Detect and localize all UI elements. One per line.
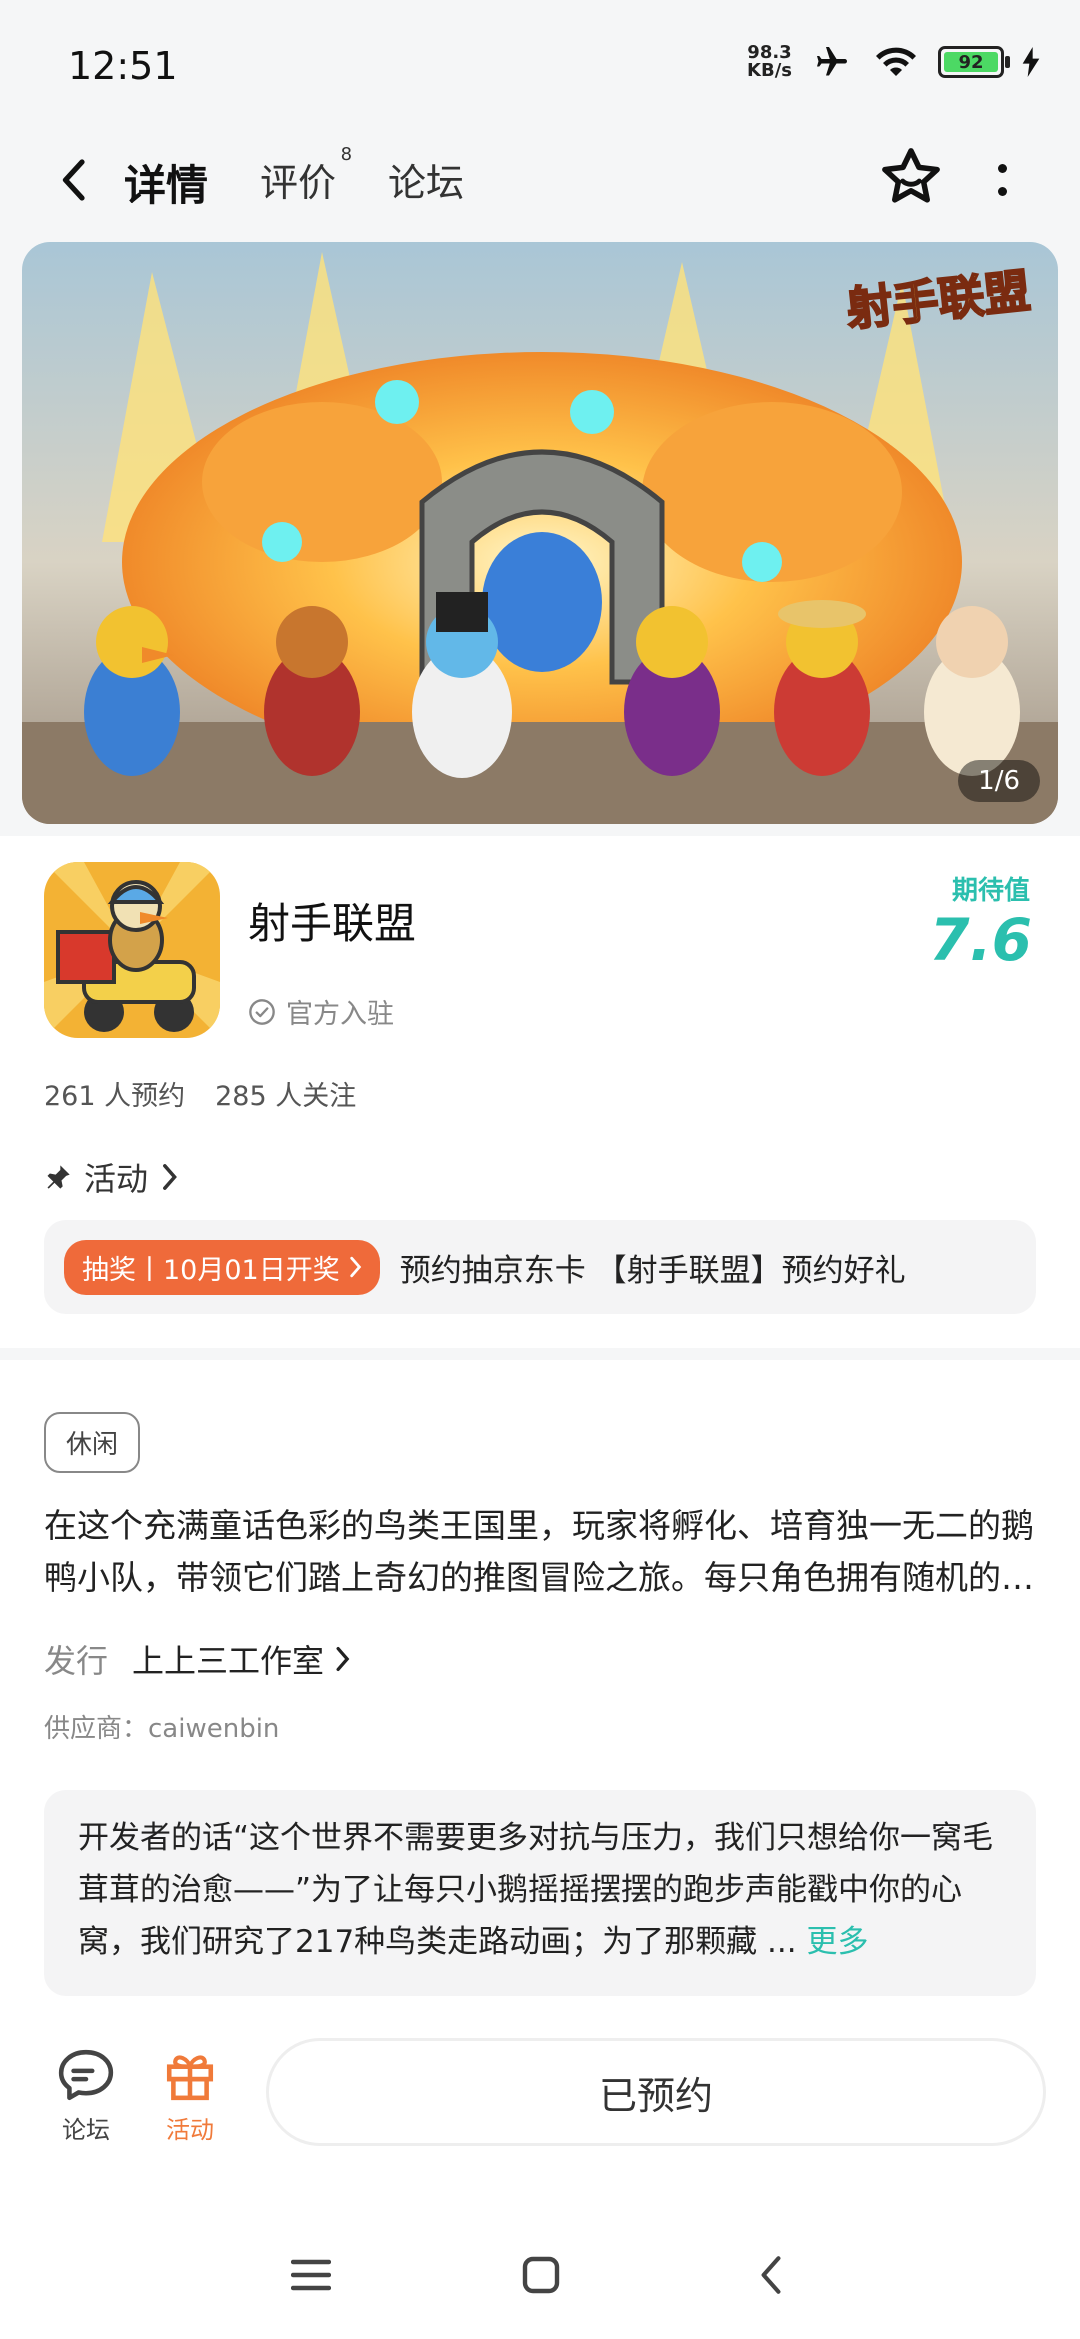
lottery-tag: 抽奖丨10月01日开奖 (64, 1239, 380, 1295)
tab-details[interactable]: 详情 (124, 152, 209, 213)
bottom-action-bar: 论坛 活动 已预约 (0, 2010, 1080, 2180)
publisher-label: 发行 (44, 1642, 109, 1680)
chat-bubble-icon (58, 2049, 114, 2101)
reservation-count: 261 人预约 (44, 1081, 186, 1112)
battery-level: 92 (944, 52, 998, 73)
expectation-label: 期待值 (951, 876, 1030, 906)
publisher-row[interactable]: 发行 上上三工作室 (44, 1636, 350, 1682)
check-circle-icon (249, 998, 275, 1025)
chevron-left-icon (761, 2256, 781, 2294)
gift-icon (166, 2055, 214, 2101)
pin-icon (47, 1165, 70, 1189)
promo-banner[interactable]: 抽奖丨10月01日开奖 预约抽京东卡 【射手联盟】预约好礼 (44, 1220, 1036, 1314)
app-stats: 261 人预约 285 人关注 (44, 1074, 356, 1113)
details-card: 休闲 在这个充满童话色彩的鸟类王国里，玩家将孵化、培育独一无二的鹅鸭小队，带领它… (0, 1360, 1080, 2010)
activity-section-label: 活动 (84, 1160, 149, 1198)
activity-shortcut[interactable]: 活动 (150, 2048, 230, 2145)
official-label: 官方入驻 (286, 999, 394, 1030)
activity-shortcut-label: 活动 (166, 2116, 214, 2144)
expectation-score: 7.6 (929, 906, 1032, 974)
status-icons: 98.3 KB/s 92 (747, 44, 1040, 80)
app-name: 射手联盟 (248, 899, 417, 948)
app-icon (44, 862, 220, 1038)
top-navigation: 详情 评价 8 论坛 (0, 130, 1080, 230)
status-bar: 12:51 98.3 KB/s 92 (0, 0, 1080, 120)
lottery-tag-label: 抽奖丨10月01日开奖 (82, 1254, 340, 1286)
tab-details-label: 详情 (124, 161, 209, 210)
app-icon-image (44, 862, 220, 1038)
status-time: 12:51 (68, 44, 178, 88)
system-navigation-bar (0, 2180, 1080, 2339)
more-dot-icon (997, 187, 1007, 196)
reviews-count-badge: 8 (340, 144, 353, 165)
reserved-button[interactable]: 已预约 (266, 2038, 1046, 2146)
menu-icon (291, 2259, 331, 2291)
network-speed-unit: KB/s (747, 60, 792, 81)
official-badge: 官方入驻 (248, 992, 394, 1031)
wifi-icon (876, 47, 916, 76)
publisher-name: 上上三工作室 (132, 1636, 350, 1682)
app-info-card: 射手联盟 官方入驻 期待值 7.6 261 人预约 285 人关注 活动 抽奖丨… (0, 836, 1080, 1348)
system-back-button[interactable] (746, 2250, 796, 2300)
more-options-button[interactable] (990, 152, 1014, 208)
activity-section-link[interactable]: 活动 (44, 1154, 178, 1200)
home-button[interactable] (516, 2250, 566, 2300)
carousel-counter: 1/6 (958, 760, 1040, 802)
chevron-right-icon (350, 1256, 361, 1278)
tab-reviews[interactable]: 评价 8 (260, 144, 352, 207)
tab-forum[interactable]: 论坛 (388, 152, 464, 207)
charging-icon (1022, 47, 1040, 77)
battery-indicator: 92 (938, 46, 1010, 78)
recent-apps-button[interactable] (286, 2250, 336, 2300)
chevron-left-icon (62, 159, 85, 201)
forum-shortcut[interactable]: 论坛 (46, 2048, 126, 2145)
supplier-info: 供应商：caiwenbin (44, 1714, 280, 1744)
publisher-name-text: 上上三工作室 (132, 1642, 325, 1680)
developer-note-more-link[interactable]: 更多 (806, 1924, 868, 1960)
back-button[interactable] (48, 150, 98, 210)
square-icon (522, 2256, 560, 2294)
forum-shortcut-label: 论坛 (62, 2116, 110, 2144)
more-dot-icon (997, 164, 1007, 173)
favorite-button[interactable] (878, 144, 944, 210)
developer-note[interactable]: 开发者的话“这个世界不需要更多对抗与压力，我们只想给你一窝毛茸茸的治愈——”为了… (44, 1790, 1036, 1996)
star-icon (882, 148, 940, 203)
tab-forum-label: 论坛 (388, 161, 465, 205)
game-description[interactable]: 在这个充满童话色彩的鸟类王国里，玩家将孵化、培育独一无二的鹅鸭小队，带领它们踏上… (44, 1500, 1040, 1604)
airplane-icon (817, 47, 847, 76)
chevron-right-icon (163, 1164, 177, 1190)
follower-count: 285 人关注 (215, 1081, 357, 1112)
promo-text: 预约抽京东卡 【射手联盟】预约好礼 (399, 1252, 906, 1289)
network-speed: 98.3 KB/s (747, 44, 792, 80)
genre-tag[interactable]: 休闲 (44, 1412, 141, 1473)
tab-reviews-label: 评价 (260, 161, 337, 205)
screenshot-carousel[interactable]: 射手联盟 1/6 (22, 242, 1058, 824)
chevron-right-icon (336, 1646, 350, 1672)
